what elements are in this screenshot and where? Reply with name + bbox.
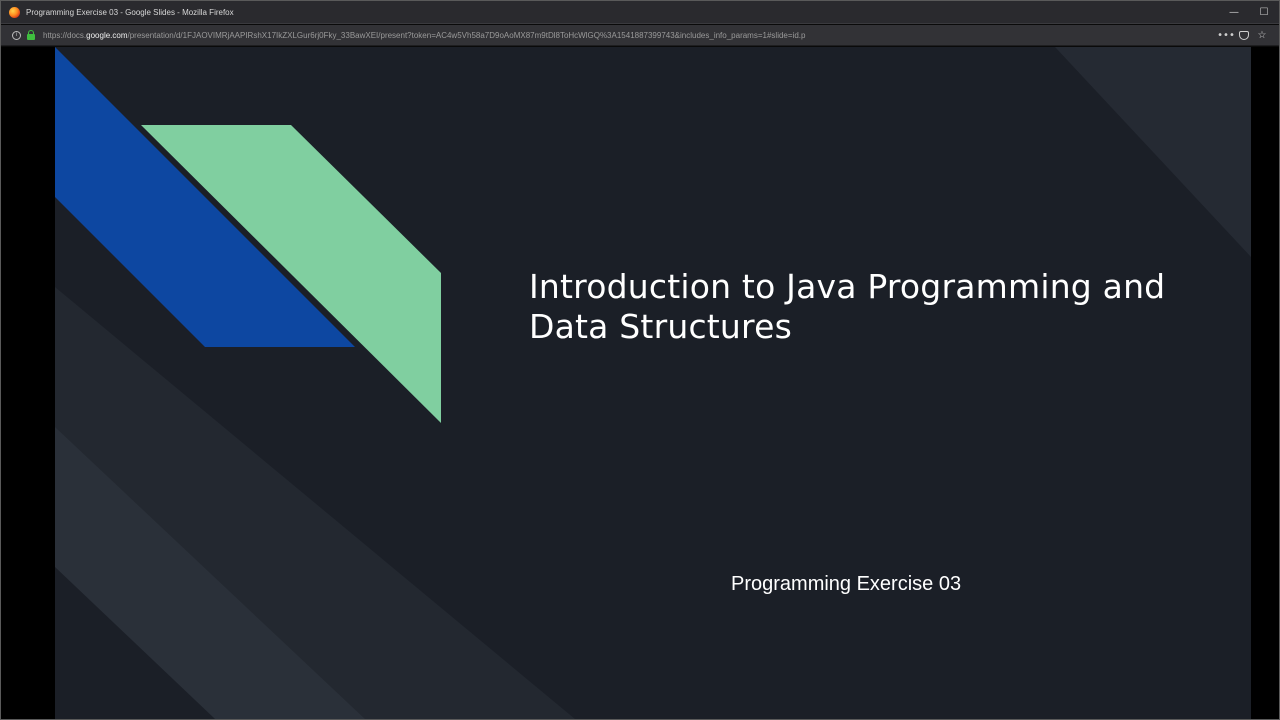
firefox-icon (9, 6, 20, 18)
corner-band-shape (1055, 47, 1251, 257)
window-controls: — ☐ (1219, 1, 1279, 24)
page-actions: ••• ☆ (1217, 25, 1271, 46)
pocket-button[interactable] (1235, 25, 1253, 46)
url-text[interactable]: https://docs.google.com/presentation/d/1… (43, 31, 1193, 40)
url-domain: google.com (86, 30, 128, 40)
more-icon[interactable]: ••• (1217, 25, 1235, 46)
window-title: Programming Exercise 03 - Google Slides … (26, 7, 234, 17)
url-prefix: https://docs. (43, 30, 87, 40)
title-bar: Programming Exercise 03 - Google Slides … (1, 1, 1279, 24)
url-path: /presentation/d/1FJAOVIMRjAAPIRshX17IkZX… (127, 30, 806, 40)
maximize-button[interactable]: ☐ (1249, 1, 1279, 24)
info-icon[interactable]: i (12, 30, 21, 40)
browser-window: Programming Exercise 03 - Google Slides … (0, 0, 1280, 720)
star-icon[interactable]: ☆ (1253, 25, 1271, 46)
slide-title: Introduction to Java Programming and Dat… (529, 267, 1166, 346)
pocket-icon (1239, 31, 1249, 40)
presentation-viewport: Introduction to Java Programming and Dat… (1, 47, 1279, 719)
slide-subtitle: Programming Exercise 03 (731, 573, 962, 595)
slide[interactable]: Introduction to Java Programming and Dat… (55, 47, 1251, 719)
address-bar[interactable]: i https://docs.google.com/presentation/d… (1, 25, 1279, 46)
minimize-button[interactable]: — (1219, 1, 1249, 24)
slide-decoration (55, 47, 1251, 719)
lock-icon[interactable] (27, 30, 35, 40)
